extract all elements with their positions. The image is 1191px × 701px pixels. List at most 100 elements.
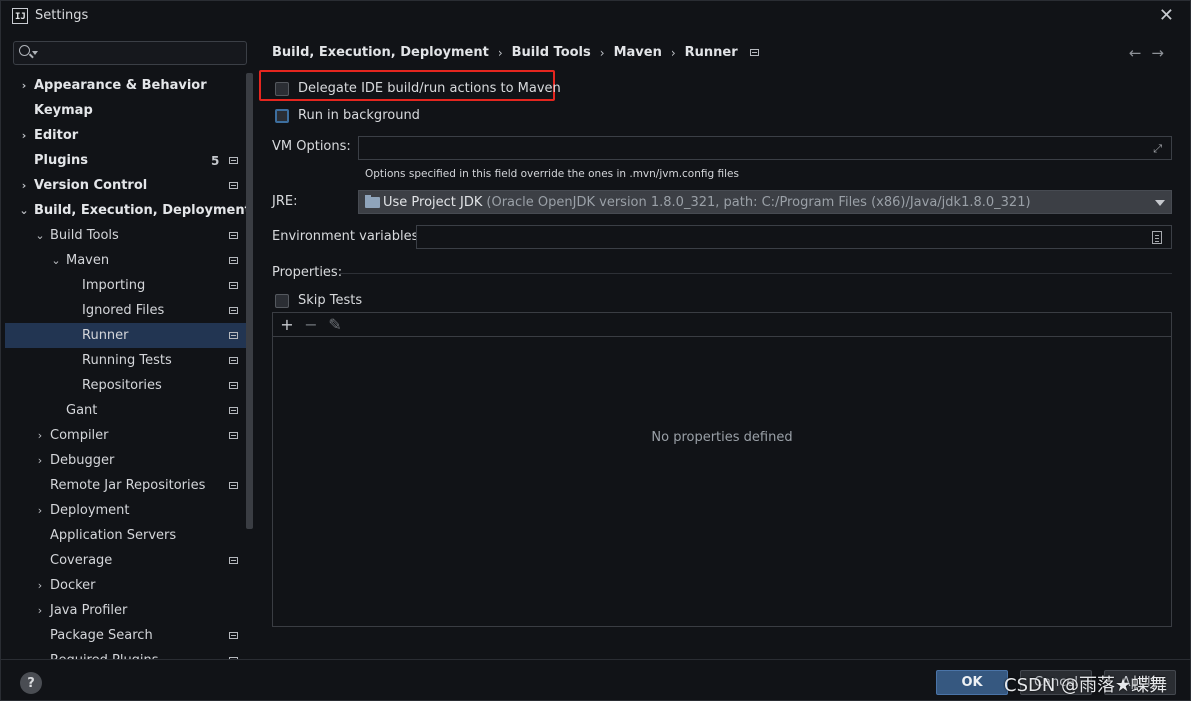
project-settings-icon (229, 557, 238, 564)
checkbox-box[interactable] (275, 108, 289, 123)
sidebar-item-deployment[interactable]: › Deployment (5, 498, 252, 523)
checkbox-box[interactable] (275, 293, 289, 308)
sidebar-item-keymap[interactable]: Keymap (5, 98, 252, 123)
sidebar-item-version-control[interactable]: › Version Control (5, 173, 252, 198)
close-icon[interactable]: ✕ (1159, 6, 1174, 26)
settings-tree: › Appearance & Behavior Keymap › Editor Plugi… (5, 73, 252, 659)
breadcrumb-separator-icon: › (599, 45, 605, 60)
environment-variables-label: Environment variables: (272, 229, 423, 244)
add-icon[interactable]: + (277, 315, 297, 335)
sidebar-item-label: Plugins (34, 153, 88, 168)
sidebar-item-required-plugins[interactable]: Required Plugins (5, 648, 252, 659)
project-settings-icon (229, 307, 238, 314)
folder-icon (365, 194, 380, 208)
run-in-background-checkbox[interactable]: Run in background (275, 108, 420, 123)
window-title: Settings (35, 8, 89, 23)
sidebar-item-build-execution-deployment[interactable]: ⌄ Build, Execution, Deployment (5, 198, 252, 223)
project-settings-icon (749, 49, 759, 56)
run-in-background-label: Run in background (298, 108, 420, 123)
sidebar-item-label: Maven (66, 253, 110, 268)
sidebar-item-label: Gant (66, 403, 98, 418)
sidebar-item-label: Debugger (50, 453, 115, 468)
sidebar-item-ignored-files[interactable]: Ignored Files (5, 298, 252, 323)
chevron-right-icon[interactable]: › (35, 429, 45, 442)
intellij-logo-icon: IJ (12, 8, 28, 24)
sidebar-item-build-tools[interactable]: ⌄ Build Tools (5, 223, 252, 248)
project-settings-icon (229, 157, 238, 164)
project-settings-icon (229, 482, 238, 489)
properties-table: + − ✎ No properties defined (272, 312, 1172, 627)
sidebar-item-label: Keymap (34, 103, 93, 118)
jre-value: Use Project JDK (383, 194, 483, 210)
chevron-right-icon[interactable]: › (35, 454, 45, 467)
sidebar-item-label: Editor (34, 128, 79, 143)
remove-icon[interactable]: − (301, 315, 321, 335)
sidebar-item-application-servers[interactable]: Application Servers (5, 523, 252, 548)
back-arrow-icon[interactable]: ← (1129, 44, 1152, 62)
document-icon[interactable] (1152, 231, 1162, 244)
properties-separator (340, 273, 1172, 274)
sidebar-item-label: Java Profiler (50, 603, 128, 618)
sidebar-item-label: Remote Jar Repositories (50, 478, 206, 493)
sidebar-item-label: Docker (50, 578, 96, 593)
sidebar-item-importing[interactable]: Importing (5, 273, 252, 298)
jre-label: JRE: (272, 194, 298, 209)
sidebar-item-runner[interactable]: Runner (5, 323, 252, 348)
breadcrumb-item[interactable]: Build Tools (512, 45, 591, 60)
title-bar: IJ Settings ✕ (1, 1, 1190, 32)
expand-icon[interactable]: ⤢ (1153, 142, 1162, 156)
sidebar-item-plugins[interactable]: Plugins 5 (5, 148, 252, 173)
project-settings-icon (229, 257, 238, 264)
sidebar-item-label: Package Search (50, 628, 153, 643)
settings-search-input[interactable] (13, 41, 247, 65)
sidebar-item-gant[interactable]: Gant (5, 398, 252, 423)
breadcrumb-item[interactable]: Runner (685, 45, 738, 60)
project-settings-icon (229, 232, 238, 239)
jre-select[interactable]: Use Project JDK (Oracle OpenJDK version … (358, 190, 1172, 214)
sidebar-item-compiler[interactable]: › Compiler (5, 423, 252, 448)
breadcrumb-item[interactable]: Maven (614, 45, 662, 60)
checkbox-box[interactable] (275, 81, 289, 96)
sidebar-item-label: Appearance & Behavior (34, 78, 207, 93)
chevron-down-icon[interactable] (32, 51, 38, 55)
chevron-down-icon[interactable]: ⌄ (19, 204, 29, 217)
settings-sidebar: › Appearance & Behavior Keymap › Editor Plugi… (5, 32, 256, 659)
forward-arrow-icon[interactable]: → (1151, 44, 1174, 62)
chevron-right-icon[interactable]: › (19, 179, 29, 192)
ok-button[interactable]: OK (936, 670, 1008, 695)
chevron-right-icon[interactable]: › (35, 504, 45, 517)
project-settings-icon (229, 332, 238, 339)
sidebar-item-remote-jar-repositories[interactable]: Remote Jar Repositories (5, 473, 252, 498)
sidebar-item-label: Runner (82, 328, 129, 343)
sidebar-item-appearance-behavior[interactable]: › Appearance & Behavior (5, 73, 252, 98)
environment-variables-input[interactable] (416, 225, 1172, 249)
delegate-to-maven-checkbox[interactable]: Delegate IDE build/run actions to Maven (275, 81, 561, 96)
breadcrumb-item[interactable]: Build, Execution, Deployment (272, 45, 489, 60)
chevron-right-icon[interactable]: › (19, 79, 29, 92)
search-icon (19, 45, 30, 56)
sidebar-item-docker[interactable]: › Docker (5, 573, 252, 598)
edit-icon[interactable]: ✎ (325, 315, 345, 335)
chevron-down-icon[interactable]: ⌄ (35, 229, 45, 242)
sidebar-item-java-profiler[interactable]: › Java Profiler (5, 598, 252, 623)
sidebar-item-maven[interactable]: ⌄ Maven (5, 248, 252, 273)
sidebar-item-coverage[interactable]: Coverage (5, 548, 252, 573)
sidebar-item-editor[interactable]: › Editor (5, 123, 252, 148)
sidebar-item-running-tests[interactable]: Running Tests (5, 348, 252, 373)
help-icon[interactable]: ? (20, 672, 42, 694)
dialog-footer: ? OK Cancel Apply CSDN @雨落★蝶舞 (1, 659, 1190, 701)
skip-tests-checkbox[interactable]: Skip Tests (275, 293, 362, 308)
chevron-right-icon[interactable]: › (35, 604, 45, 617)
properties-toolbar: + − ✎ (273, 313, 1171, 337)
sidebar-item-repositories[interactable]: Repositories (5, 373, 252, 398)
vm-options-input[interactable]: ⤢ (358, 136, 1172, 160)
chevron-down-icon[interactable]: ⌄ (51, 254, 61, 267)
sidebar-scrollbar[interactable] (246, 73, 253, 529)
sidebar-item-label: Running Tests (82, 353, 172, 368)
chevron-right-icon[interactable]: › (19, 129, 29, 142)
sidebar-item-debugger[interactable]: › Debugger (5, 448, 252, 473)
chevron-right-icon[interactable]: › (35, 579, 45, 592)
sidebar-item-label: Ignored Files (82, 303, 165, 318)
sidebar-item-package-search[interactable]: Package Search (5, 623, 252, 648)
dropdown-arrow-icon[interactable] (1155, 200, 1165, 206)
